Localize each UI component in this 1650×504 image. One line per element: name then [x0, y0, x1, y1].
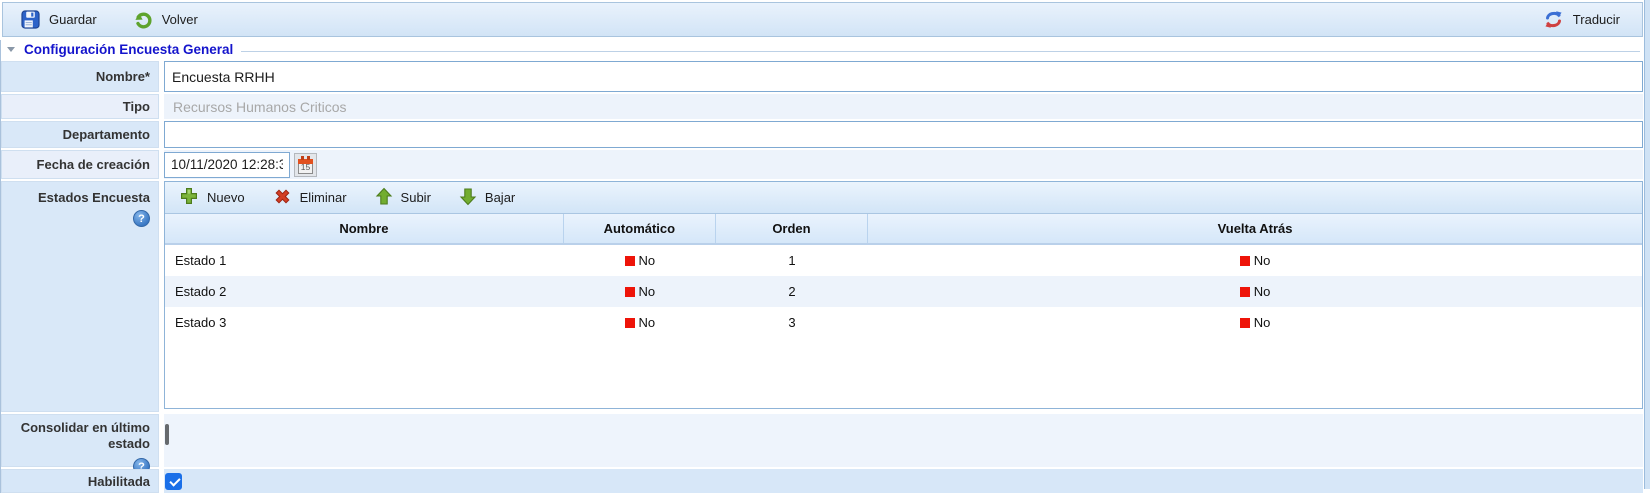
section-header[interactable]: Configuración Encuesta General	[1, 40, 1643, 59]
tipo-value: Recursos Humanos Criticos	[164, 94, 1643, 119]
estados-grid: Nuevo Eliminar	[164, 181, 1643, 409]
panel-right-edge	[1644, 0, 1650, 489]
down-icon	[459, 187, 477, 209]
cell-orden: 2	[716, 276, 868, 307]
translate-icon	[1543, 9, 1564, 30]
header-nombre[interactable]: Nombre	[165, 214, 564, 243]
cell-automatico: No	[564, 276, 716, 307]
status-no-icon	[625, 287, 635, 297]
status-no-icon	[625, 318, 635, 328]
fecha-input[interactable]	[164, 152, 290, 178]
grid-empty-area	[165, 338, 1642, 408]
cell-automatico: No	[564, 245, 716, 276]
departamento-label: Departamento	[1, 121, 159, 148]
volver-button[interactable]: Volver	[129, 8, 202, 32]
up-icon	[375, 187, 393, 209]
fecha-label: Fecha de creación	[1, 150, 159, 179]
cell-nombre: Estado 2	[165, 276, 564, 307]
table-row[interactable]: Estado 2 No 2 No	[165, 276, 1642, 307]
row-nombre: Nombre*	[1, 61, 1643, 92]
row-consolidar: Consolidar en último estado ?	[1, 414, 1643, 467]
cell-vuelta-atras: No	[868, 276, 1642, 307]
add-icon	[179, 186, 199, 209]
header-vuelta-atras[interactable]: Vuelta Atrás	[868, 214, 1642, 243]
guardar-button[interactable]: Guardar	[17, 8, 101, 31]
header-automatico[interactable]: Automático	[564, 214, 716, 243]
eliminar-label: Eliminar	[300, 190, 347, 205]
survey-config-page: Guardar Volver Traducir	[0, 0, 1650, 504]
cell-orden: 3	[716, 307, 868, 338]
status-no-icon	[1240, 256, 1250, 266]
estados-help-icon[interactable]: ?	[133, 210, 150, 227]
save-icon	[21, 10, 40, 29]
consolidar-checkbox[interactable]	[165, 424, 169, 445]
row-habilitada: Habilitada	[1, 469, 1643, 493]
back-icon	[133, 10, 153, 30]
habilitada-checkbox[interactable]	[165, 473, 182, 490]
table-row[interactable]: Estado 3 No 3 No	[165, 307, 1642, 338]
estados-grid-toolbar: Nuevo Eliminar	[165, 182, 1642, 214]
calendar-button[interactable]: 15	[294, 153, 317, 177]
estados-label-cell: Estados Encuesta ?	[1, 181, 159, 412]
guardar-label: Guardar	[49, 12, 97, 27]
bajar-button[interactable]: Bajar	[455, 185, 519, 211]
table-row[interactable]: Estado 1 No 1 No	[165, 245, 1642, 276]
cell-nombre: Estado 3	[165, 307, 564, 338]
cell-nombre: Estado 1	[165, 245, 564, 276]
row-departamento: Departamento	[1, 121, 1643, 148]
row-fecha: Fecha de creación 15	[1, 150, 1643, 179]
nombre-label: Nombre*	[1, 61, 159, 92]
cell-vuelta-atras: No	[868, 307, 1642, 338]
eliminar-button[interactable]: Eliminar	[269, 185, 351, 211]
departamento-input[interactable]	[164, 121, 1643, 148]
collapse-triangle-icon[interactable]	[7, 47, 15, 52]
status-no-icon	[1240, 318, 1250, 328]
section-title: Configuración Encuesta General	[24, 42, 233, 57]
traducir-button[interactable]: Traducir	[1539, 7, 1624, 32]
subir-label: Subir	[401, 190, 431, 205]
cell-vuelta-atras: No	[868, 245, 1642, 276]
nuevo-button[interactable]: Nuevo	[175, 184, 249, 211]
header-orden[interactable]: Orden	[716, 214, 868, 243]
form-panel: Configuración Encuesta General Nombre* T…	[0, 40, 1643, 493]
subir-button[interactable]: Subir	[371, 185, 435, 211]
tipo-label: Tipo	[1, 94, 159, 119]
top-toolbar: Guardar Volver Traducir	[2, 2, 1643, 37]
bajar-label: Bajar	[485, 190, 515, 205]
nuevo-label: Nuevo	[207, 190, 245, 205]
cell-automatico: No	[564, 307, 716, 338]
delete-icon	[273, 187, 292, 209]
status-no-icon	[1240, 287, 1250, 297]
nombre-input[interactable]	[164, 61, 1643, 92]
section-rule	[241, 51, 1640, 52]
row-tipo: Tipo Recursos Humanos Criticos	[1, 94, 1643, 119]
estados-label: Estados Encuesta	[38, 190, 150, 205]
consolidar-label: Consolidar en último estado	[2, 420, 150, 453]
consolidar-label-cell: Consolidar en último estado ?	[1, 414, 159, 467]
habilitada-label: Habilitada	[1, 469, 159, 493]
status-no-icon	[625, 256, 635, 266]
volver-label: Volver	[162, 12, 198, 27]
traducir-label: Traducir	[1573, 12, 1620, 27]
cell-orden: 1	[716, 245, 868, 276]
row-estados: Estados Encuesta ? Nuevo	[1, 181, 1643, 412]
estados-grid-header: Nombre Automático Orden Vuelta Atrás	[165, 214, 1642, 245]
